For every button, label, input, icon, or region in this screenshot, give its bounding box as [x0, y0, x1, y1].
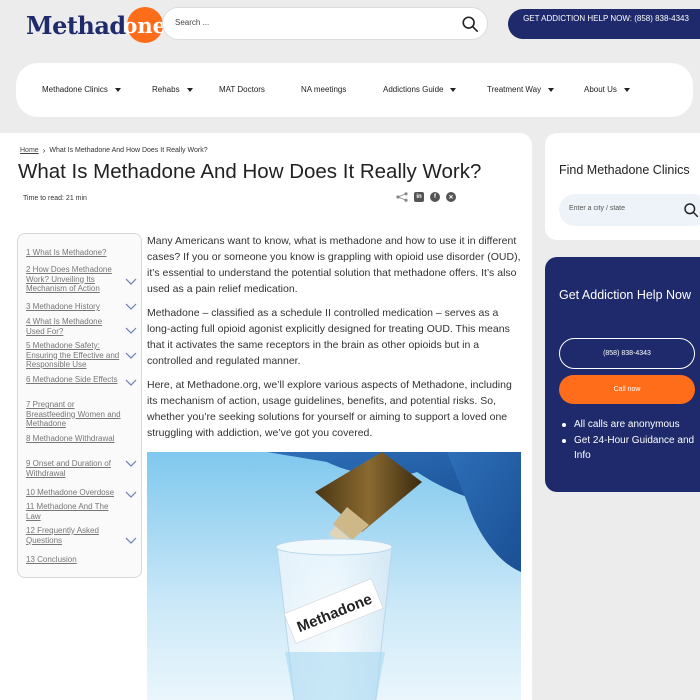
toc-item[interactable]: 3 Methadone History	[26, 302, 121, 312]
nav-item-treatment-way[interactable]: Treatment Way	[487, 85, 555, 94]
article-hero-image: Methadone	[147, 452, 521, 700]
city-search-input[interactable]	[569, 205, 669, 212]
caret-down-icon	[186, 87, 193, 92]
article-paragraph: Many Americans want to know, what is met…	[147, 235, 521, 295]
phone-number-button[interactable]: (858) 838-4343	[559, 338, 695, 369]
caret-down-icon	[548, 87, 555, 92]
chevron-down-icon[interactable]	[125, 491, 137, 499]
toc-item[interactable]: 13 Conclusion	[26, 555, 121, 565]
toc-item[interactable]: 5 Methadone Safety: Ensuring the Effecti…	[26, 341, 121, 370]
nav-item-addictions-guide[interactable]: Addictions Guide	[383, 85, 457, 94]
article-paragraph: Here, at Methadone.org, we’ll explore va…	[147, 379, 512, 439]
help-benefits-list: All calls are anonymous Get 24-Hour Guid…	[559, 417, 699, 464]
toc-item[interactable]: 10 Methadone Overdose	[26, 488, 121, 498]
article-card: Home › What Is Methadone And How Does It…	[0, 133, 532, 700]
facebook-icon[interactable]: f	[430, 192, 440, 202]
article-body: Many Americans want to know, what is met…	[147, 233, 523, 449]
chevron-down-icon[interactable]	[125, 352, 137, 360]
x-icon[interactable]: ✕	[446, 192, 456, 202]
chevron-down-icon[interactable]	[125, 278, 137, 286]
toc-item[interactable]: 4 What Is Methadone Used For?	[26, 317, 121, 336]
call-now-button[interactable]: Call now	[559, 375, 695, 404]
share-icon[interactable]	[396, 192, 408, 202]
nav-item-rehabs[interactable]: Rehabs	[152, 85, 193, 94]
article-paragraph: Methadone – classified as a schedule II …	[147, 307, 510, 367]
help-widget-title: Get Addiction Help Now	[559, 288, 692, 302]
toc-item[interactable]: 8 Methadone Withdrawal	[26, 434, 121, 444]
toc-item[interactable]: 9 Onset and Duration of Withdrawal	[26, 459, 121, 478]
toc-item[interactable]: 7 Pregnant or Breastfeeding Women and Me…	[26, 400, 121, 429]
caret-down-icon	[114, 87, 121, 92]
nav-label: Methadone Clinics	[42, 85, 108, 94]
share-bar: in f ✕	[396, 192, 456, 202]
search-icon[interactable]	[683, 202, 699, 218]
find-clinics-title: Find Methadone Clinics	[559, 163, 690, 177]
main-nav: Methadone Clinics Rehabs MAT Doctors NA …	[16, 63, 693, 117]
nav-item-na-meetings[interactable]: NA meetings	[301, 85, 346, 94]
read-time: Time to read: 21 min	[23, 195, 87, 202]
search-bar	[162, 7, 488, 40]
nav-label: NA meetings	[301, 85, 347, 94]
toc-item[interactable]: 2 How Does Methadone Work? Unveiling Its…	[26, 265, 121, 294]
breadcrumb: Home › What Is Methadone And How Does It…	[20, 146, 208, 155]
linkedin-icon[interactable]: in	[414, 192, 424, 202]
nav-label: Treatment Way	[487, 85, 542, 94]
find-clinics-widget: Find Methadone Clinics	[545, 133, 700, 240]
chevron-right-icon: ›	[42, 146, 46, 155]
caret-down-icon	[623, 87, 630, 92]
toc-item[interactable]: 12 Frequently Asked Questions	[26, 526, 121, 545]
nav-label: MAT Doctors	[219, 85, 265, 94]
get-help-widget: Get Addiction Help Now (858) 838-4343 Ca…	[545, 257, 700, 492]
chevron-down-icon[interactable]	[125, 460, 137, 468]
nav-item-mat-doctors[interactable]: MAT Doctors	[219, 85, 265, 94]
toc-item[interactable]: 11 Methadone And The Law	[26, 502, 121, 521]
logo-text: Methad	[26, 10, 126, 40]
search-input[interactable]	[175, 18, 435, 27]
breadcrumb-home-link[interactable]: Home	[20, 147, 39, 154]
list-item: All calls are anonymous	[559, 417, 699, 433]
toc-item[interactable]: 6 Methadone Side Effects	[26, 375, 121, 385]
nav-label: About Us	[584, 85, 617, 94]
caret-down-icon	[450, 87, 457, 92]
toc-item[interactable]: 1 What Is Methadone?	[26, 248, 121, 258]
chevron-down-icon[interactable]	[125, 537, 137, 545]
nav-item-methadone-clinics[interactable]: Methadone Clinics	[42, 85, 121, 94]
list-item: Get 24-Hour Guidance and Info	[559, 433, 699, 464]
breadcrumb-current: What Is Methadone And How Does It Really…	[49, 147, 208, 154]
nav-label: Addictions Guide	[383, 85, 444, 94]
get-help-button[interactable]: GET ADDICTION HELP NOW: (858) 838-4343	[508, 9, 700, 39]
nav-item-about-us[interactable]: About Us	[584, 85, 630, 94]
table-of-contents: 1 What Is Methadone? 2 How Does Methadon…	[17, 233, 142, 578]
page-title: What Is Methadone And How Does It Really…	[18, 160, 482, 183]
chevron-down-icon[interactable]	[125, 327, 137, 335]
methadone-cup-illustration: Methadone	[147, 452, 521, 700]
city-search-box	[559, 194, 700, 226]
chevron-down-icon[interactable]	[125, 303, 137, 311]
site-logo[interactable]: Methad one	[26, 7, 166, 43]
search-icon[interactable]	[461, 15, 479, 33]
logo-circle: one	[123, 7, 166, 43]
chevron-down-icon[interactable]	[125, 379, 137, 387]
nav-label: Rehabs	[152, 85, 180, 94]
